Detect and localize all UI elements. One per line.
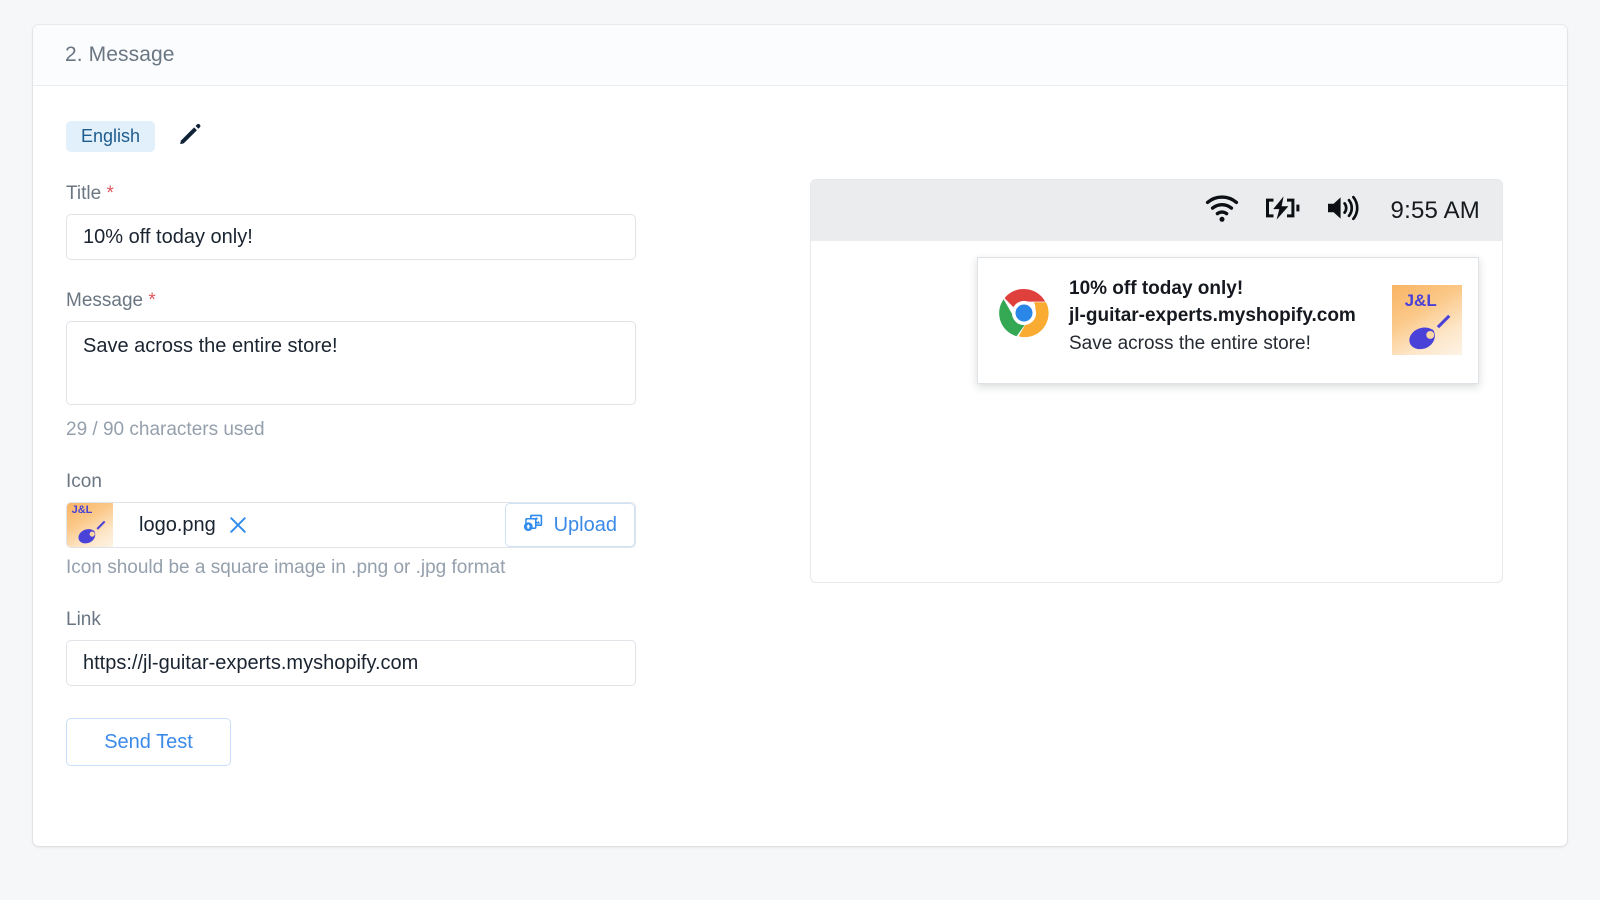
send-test-button[interactable]: Send Test [66,718,231,766]
notification-thumbnail: J&L [1392,285,1462,355]
icon-thumbnail: J&L [67,503,113,547]
wifi-icon [1205,193,1239,228]
icon-upload-row: J&L logo.png Upload [66,502,636,548]
title-field-group: Title * [66,183,686,260]
notification-domain: jl-guitar-experts.myshopify.com [1069,304,1356,326]
link-label: Link [66,609,101,630]
language-chip-english[interactable]: English [66,120,156,152]
logo-text: J&L [1404,291,1437,310]
card-header: 2. Message [33,25,1567,86]
notification-text: 10% off today only! jl-guitar-experts.my… [1069,276,1392,358]
page-title: 2. Message [65,43,175,66]
status-bar-time: 9:55 AM [1390,196,1480,224]
logo-text: J&L [71,503,93,516]
language-row: English [66,119,686,153]
volume-icon [1325,194,1361,227]
message-label-text: Message [66,290,144,311]
notification-title: 10% off today only! [1069,278,1244,299]
icon-label: Icon [66,471,102,492]
link-field-group: Link [66,609,686,686]
notification-body: Save across the entire store! [1069,332,1311,354]
jl-guitar-logo-icon: J&L [1392,285,1462,355]
upload-button-label: Upload [553,513,617,536]
notification-toast[interactable]: 10% off today only! jl-guitar-experts.my… [977,257,1479,384]
icon-field-group: Icon J&L logo.png Upload Icon should be … [66,471,686,579]
image-upload-icon [521,511,545,540]
guitar-icon [1408,314,1450,349]
guitar-icon [78,520,106,543]
message-field-group: Message * 29 / 90 characters used [66,290,686,441]
notification-preview-panel: 9:55 AM 10% off today only! jl-guitar-ex… [810,179,1503,583]
title-input[interactable] [66,214,636,260]
title-required-marker: * [106,183,114,204]
message-section-card: 2. Message English Title * 10% off today… [33,25,1567,846]
message-required-marker: * [148,290,156,311]
preview-status-bar: 9:55 AM [811,180,1502,241]
pencil-icon[interactable] [177,121,203,152]
close-x-icon[interactable] [227,514,249,536]
title-label: Title * [66,183,686,205]
message-form: English Title * Message [66,119,686,766]
title-label-text: Title [66,183,102,204]
upload-button[interactable]: Upload [504,503,635,547]
card-body: English Title * Message [33,86,1567,846]
chrome-icon [998,287,1050,344]
icon-helper-text: Icon should be a square image in .png or… [66,557,506,578]
message-label: Message * [66,290,686,312]
icon-file-name: logo.png [139,513,216,536]
jl-guitar-logo-icon: J&L [67,503,113,547]
message-textarea[interactable] [66,321,636,405]
character-counter: 29 / 90 characters used [66,419,265,440]
link-input[interactable] [66,640,636,686]
battery-charging-icon [1263,195,1301,226]
